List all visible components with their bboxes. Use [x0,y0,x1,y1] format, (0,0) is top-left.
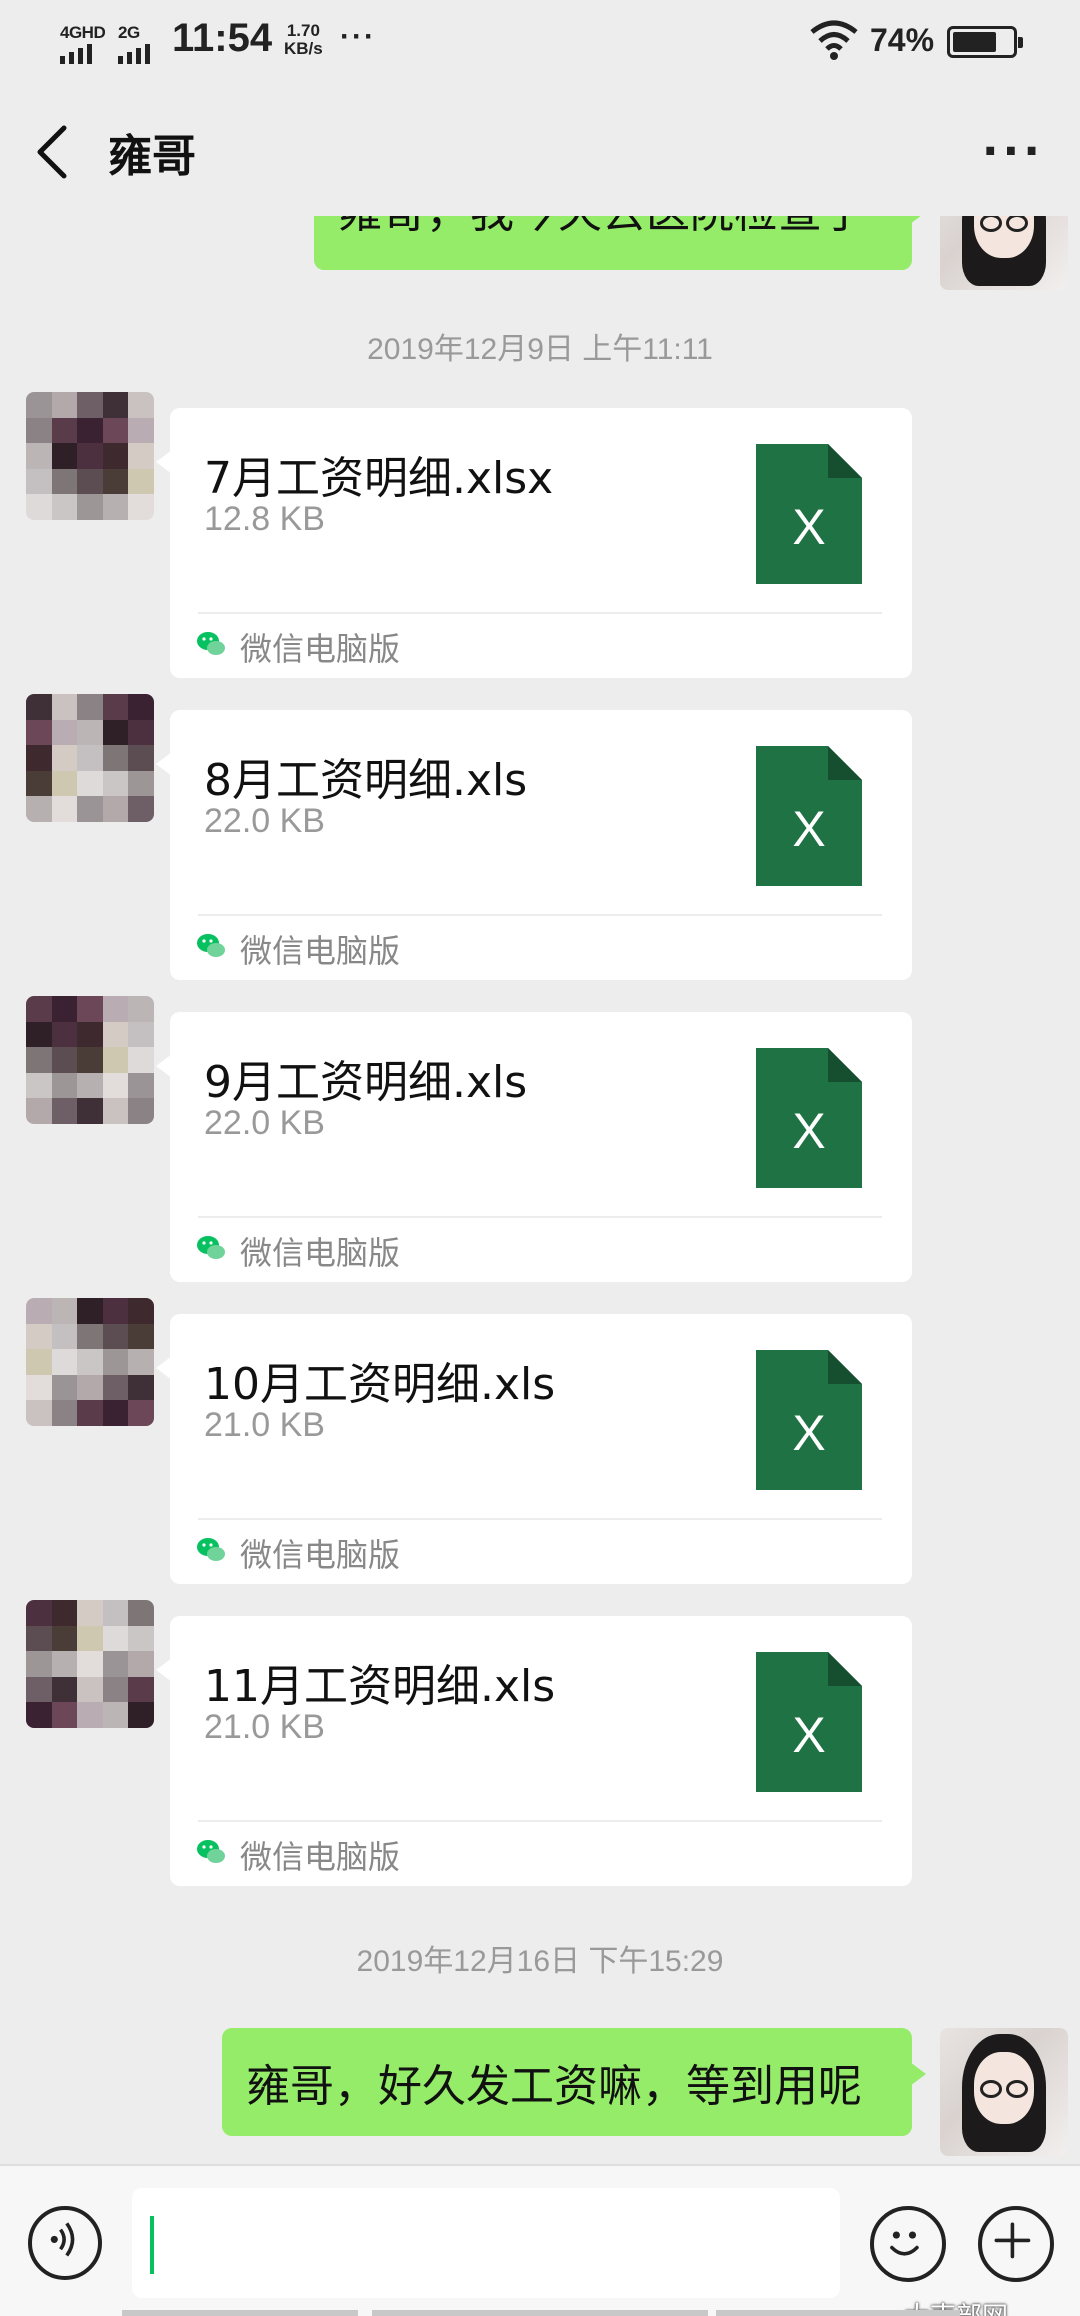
message-text: 雍哥，好久发工资嘛，等到用呢 [246,2061,862,2112]
message-text: 雍哥，我今天去医院检查了 [338,216,866,240]
file-source-label: 微信电脑版 [240,1536,401,1574]
wechat-pc-icon [197,1236,225,1259]
speed-unit: KB/s [284,39,323,58]
chevron-left-icon[interactable] [30,122,80,182]
excel-file-icon: X [756,1350,862,1490]
status-time: 11:54 [172,16,273,60]
excel-file-letter: X [792,1405,825,1461]
file-size: 12.8 KB [204,500,325,538]
sim2-label: 2G [118,23,140,42]
card-divider [198,1216,882,1218]
wechat-pc-icon [197,632,225,655]
battery-level [953,32,996,52]
card-divider [198,914,882,916]
wechat-pc-icon [197,1840,225,1863]
sim2-signal: 2G [118,24,150,64]
timestamp: 2019年12月9日 上午11:11 [367,333,713,366]
emoji-icon [890,2231,919,2256]
status-more-dots: ··· [340,20,376,53]
battery-icon [947,26,1023,58]
voice-icon [50,2222,75,2257]
self-avatar[interactable] [940,2028,1068,2156]
self-avatar[interactable] [940,216,1068,290]
battery-percent: 74% [870,22,935,58]
sim1-label: 4GHD [60,23,106,42]
card-divider [198,1518,882,1520]
chat-screen: 4GHD 2G 11:54 1.70 KB/s ··· 74% 雍哥 ··· 2… [0,0,1080,2316]
message-bubble-outgoing[interactable]: 雍哥，好久发工资嘛，等到用呢 [222,2028,926,2136]
card-divider [198,1820,882,1822]
excel-file-letter: X [792,1103,825,1159]
message-list[interactable]: 雍哥，我今天去医院检查了 2019年12月9日 上午11:11 7月工资明细.x… [0,216,1080,2164]
status-bar: 4GHD 2G 11:54 1.70 KB/s ··· 74% [0,0,1080,82]
sim1-signal: 4GHD [60,23,106,64]
chat-header: 雍哥 ··· [0,82,1080,216]
file-message-card[interactable]: 9月工资明细.xls 22.0 KB X 微信电脑版 [156,1012,912,1282]
excel-file-icon: X [756,746,862,886]
excel-file-letter: X [792,801,825,857]
file-source-label: 微信电脑版 [240,1234,401,1272]
file-message-card[interactable]: 10月工资明细.xls 21.0 KB X 微信电脑版 [156,1314,912,1584]
file-size: 21.0 KB [204,1708,325,1746]
sim2-signal-icon [118,44,150,64]
nav-hint [122,2310,358,2316]
plus-icon [994,2222,1031,2259]
file-size: 22.0 KB [204,802,325,840]
speed-value: 1.70 [286,21,320,40]
file-name: 7月工资明细.xlsx [204,453,554,504]
wechat-pc-icon [197,934,225,957]
excel-file-icon: X [756,444,862,584]
file-source-label: 微信电脑版 [240,1838,401,1876]
more-functions-button[interactable] [978,2206,1054,2282]
contact-avatar[interactable] [26,694,154,822]
chat-title: 雍哥 [108,131,196,182]
contact-avatar[interactable] [26,392,154,520]
wechat-pc-icon [197,1538,225,1561]
sim1-signal-icon [60,44,92,64]
file-message-card[interactable]: 7月工资明细.xlsx 12.8 KB X 微信电脑版 [156,408,912,678]
file-message-card[interactable]: 11月工资明细.xls 21.0 KB X 微信电脑版 [156,1616,912,1886]
emoji-button[interactable] [870,2206,946,2282]
excel-file-letter: X [792,1707,825,1763]
network-speed: 1.70 KB/s [284,22,323,58]
message-input[interactable] [132,2188,840,2298]
timestamp: 2019年12月16日 下午15:29 [356,1945,724,1978]
excel-file-icon: X [756,1652,862,1792]
card-divider [198,612,882,614]
contact-avatar[interactable] [26,1600,154,1728]
wifi-icon [810,20,858,60]
nav-hint [372,2310,708,2316]
text-cursor [150,2216,154,2274]
contact-avatar[interactable] [26,996,154,1124]
message-bubble-outgoing[interactable]: 雍哥，我今天去医院检查了 [314,216,926,270]
excel-file-icon: X [756,1048,862,1188]
file-size: 22.0 KB [204,1104,325,1142]
file-name: 11月工资明细.xls [204,1661,556,1712]
file-message-card[interactable]: 8月工资明细.xls 22.0 KB X 微信电脑版 [156,710,912,980]
voice-button[interactable] [28,2206,102,2280]
file-source-label: 微信电脑版 [240,932,401,970]
file-source-label: 微信电脑版 [240,630,401,668]
file-name: 8月工资明细.xls [204,755,528,806]
file-name: 10月工资明细.xls [204,1359,556,1410]
file-name: 9月工资明细.xls [204,1057,528,1108]
input-bar: 大南部网 [0,2164,1080,2316]
excel-file-letter: X [792,499,825,555]
nav-hint [716,2310,960,2316]
contact-avatar[interactable] [26,1298,154,1426]
more-options-button[interactable]: ··· [982,126,1044,177]
file-size: 21.0 KB [204,1406,325,1444]
